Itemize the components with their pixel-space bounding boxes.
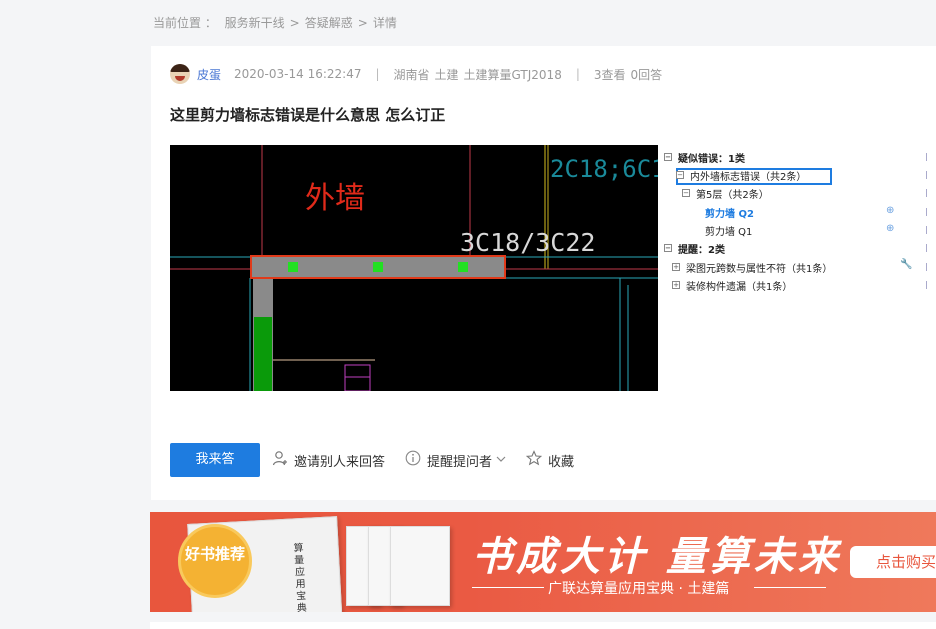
- edge-marker: [926, 171, 930, 179]
- tree-item-beam-span-mismatch[interactable]: + 梁图元跨数与属性不符（共1条）: [672, 260, 832, 275]
- cad-drawing: 外墙 3C18/3C22 2C18;6C18: [170, 145, 658, 391]
- favorite-label: 收藏: [548, 454, 575, 470]
- invite-user-icon: [272, 450, 288, 470]
- meta-divider: |: [375, 67, 380, 81]
- answer-button[interactable]: 我来答: [170, 443, 260, 477]
- edge-marker: [926, 153, 930, 161]
- post-datetime: 2020-03-14 16:22:47: [234, 67, 362, 81]
- breadcrumb-separator: >: [289, 16, 300, 30]
- cad-outer-wall-label: 外墙: [305, 181, 365, 216]
- breadcrumb-separator: >: [357, 16, 368, 30]
- buy-button[interactable]: 点击购买: [850, 546, 936, 578]
- edge-marker: [926, 281, 930, 289]
- invite-button[interactable]: 邀请别人来回答: [272, 450, 385, 470]
- book-cover-title: 算量应用宝典: [293, 542, 308, 612]
- breadcrumb: 当前位置 ： 服务新干线 > 答疑解惑 > 详情: [153, 14, 401, 31]
- check-result-tree: − 疑似错误：1类 − 内外墙标志错误（共2条） − 第5层（共2条） 剪力墙 Q2 …: [662, 145, 930, 305]
- favorite-button[interactable]: 收藏: [525, 450, 575, 470]
- edge-marker: [926, 208, 930, 216]
- banner-slogan: 书成大计 量算未来: [472, 533, 842, 580]
- tree-item-wall-flag-error[interactable]: − 内外墙标志错误（共2条）: [676, 168, 806, 183]
- locate-icon[interactable]: ⊕: [886, 223, 894, 234]
- promo-banner[interactable]: 算量应用宝典 好书推荐 书成大计 量算未来 广联达算量应用宝典 · 土建篇 点击…: [150, 512, 936, 612]
- chevron-down-icon: [496, 452, 506, 468]
- locate-icon[interactable]: ⊕: [886, 205, 894, 216]
- question-title: 这里剪力墙标志错误是什么意思 怎么订正: [170, 106, 446, 124]
- cad-rebar-text: 3C18/3C22: [460, 228, 595, 257]
- collapse-icon[interactable]: −: [676, 171, 684, 179]
- breadcrumb-item-service[interactable]: 服务新干线: [225, 16, 285, 30]
- collapse-icon[interactable]: −: [664, 244, 672, 252]
- breadcrumb-item-qa[interactable]: 答疑解惑: [305, 16, 353, 30]
- question-card: 皮蛋 2020-03-14 16:22:47 | 湖南省 土建 土建算量GTJ2…: [151, 46, 936, 500]
- question-actions: 我来答 邀请别人来回答 提醒提问者 收藏: [170, 443, 594, 477]
- edge-marker: [926, 263, 930, 271]
- banner-divider: [472, 587, 544, 588]
- recommend-badge: 好书推荐: [178, 524, 252, 598]
- edge-marker: [926, 244, 930, 252]
- breadcrumb-prefix: 当前位置 ：: [153, 16, 217, 30]
- star-icon: [525, 450, 543, 470]
- tree-item-shear-wall-q2[interactable]: 剪力墙 Q2: [705, 205, 754, 220]
- expand-icon[interactable]: +: [672, 281, 680, 289]
- edge-marker: [926, 189, 930, 197]
- banner-divider: [754, 587, 826, 588]
- tree-item-suspected-errors[interactable]: − 疑似错误：1类: [664, 150, 745, 165]
- tree-item-decoration-missing[interactable]: + 装修构件遗漏（共1条）: [672, 278, 792, 293]
- breadcrumb-item-detail: 详情: [372, 16, 397, 30]
- meta-divider: |: [575, 67, 580, 81]
- category-tag: 土建: [434, 67, 459, 82]
- cad-top-rebar-text: 2C18;6C18: [550, 155, 658, 183]
- answer-count: 0回答: [630, 67, 663, 82]
- remind-label: 提醒提问者: [427, 454, 493, 470]
- wrench-icon[interactable]: 🔧: [900, 259, 912, 270]
- edge-marker: [926, 226, 930, 234]
- cad-drawing-svg: 外墙 3C18/3C22 2C18;6C18: [170, 145, 658, 391]
- software-tag: 土建算量GTJ2018: [463, 67, 562, 82]
- tree-item-reminders[interactable]: − 提醒：2类: [664, 241, 725, 256]
- collapse-icon[interactable]: −: [664, 153, 672, 161]
- question-meta: 皮蛋 2020-03-14 16:22:47 | 湖南省 土建 土建算量GTJ2…: [170, 63, 662, 85]
- invite-label: 邀请别人来回答: [294, 454, 386, 470]
- collapse-icon[interactable]: −: [682, 189, 690, 197]
- next-card: [150, 622, 936, 629]
- banner-subtitle: 广联达算量应用宝典 · 土建篇: [548, 581, 730, 597]
- tree-item-floor-5[interactable]: − 第5层（共2条）: [682, 186, 769, 201]
- info-icon: [405, 450, 421, 470]
- author-name[interactable]: 皮蛋: [197, 66, 221, 83]
- expand-icon[interactable]: +: [672, 263, 680, 271]
- view-count: 3查看: [593, 67, 626, 82]
- remind-button[interactable]: 提醒提问者: [405, 450, 506, 470]
- book-volume: [390, 526, 450, 606]
- question-screenshot[interactable]: 外墙 3C18/3C22 2C18;6C18 −疑似错误：1类 −内外墙标志错误…: [170, 145, 930, 391]
- tree-item-shear-wall-q1[interactable]: 剪力墙 Q1: [705, 223, 752, 238]
- avatar[interactable]: [170, 64, 190, 84]
- region-tag: 湖南省: [393, 67, 430, 82]
